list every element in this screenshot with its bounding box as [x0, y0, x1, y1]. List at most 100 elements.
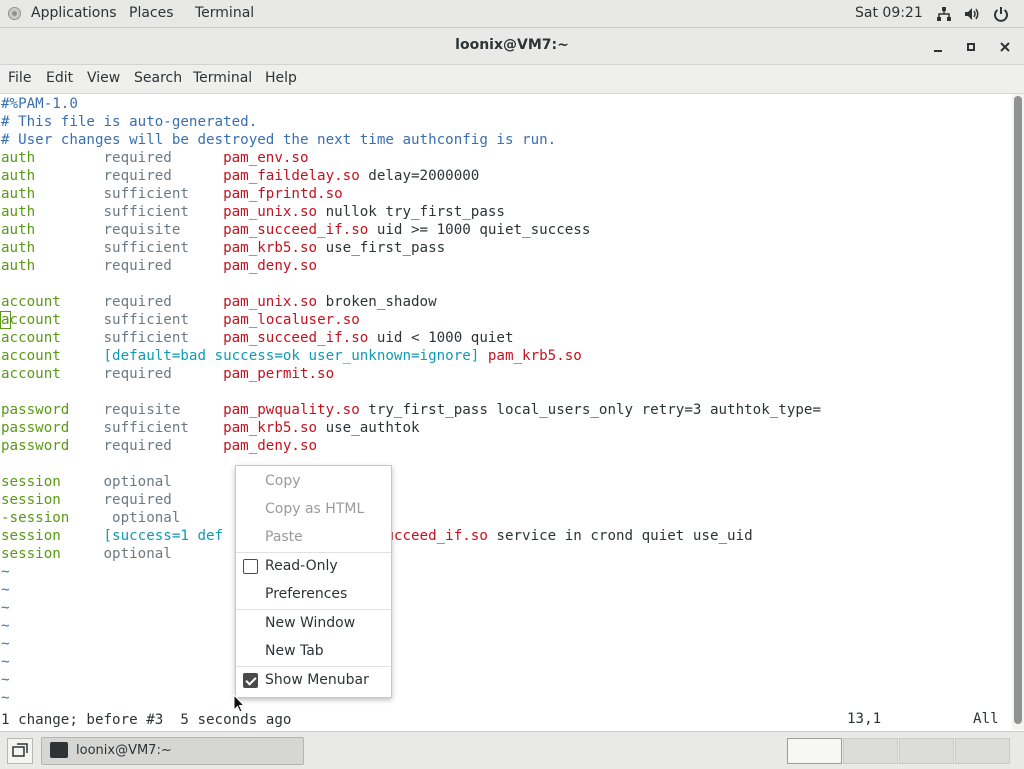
- workspace-3[interactable]: [899, 738, 954, 764]
- terminal-text: ~: [1, 654, 10, 670]
- terminal-text: required: [103, 168, 224, 184]
- terminal-line: password required pam_deny.so: [1, 437, 317, 455]
- terminal-text: service in crond quiet use_uid: [487, 528, 753, 544]
- terminal-line: auth required pam_deny.so: [1, 257, 317, 275]
- terminal-text: pam_unix.so: [223, 204, 318, 220]
- terminal-text: required: [103, 492, 172, 508]
- ctx-paste[interactable]: Paste: [236, 523, 391, 551]
- ctx-show-menubar-label: Show Menubar: [265, 672, 369, 688]
- terminal-cursor: a: [0, 311, 11, 329]
- terminal-text: sufficient: [103, 330, 224, 346]
- places-menu[interactable]: Places: [129, 5, 174, 21]
- terminal-app-menu[interactable]: Terminal: [195, 5, 254, 21]
- terminal-text: password: [1, 420, 104, 436]
- show-menubar-checkbox[interactable]: [243, 673, 258, 688]
- taskbar-window-button[interactable]: loonix@VM7:~: [41, 737, 304, 765]
- menu-edit[interactable]: Edit: [46, 70, 73, 86]
- terminal-text: [success=1 def: [103, 528, 224, 544]
- terminal-line: auth sufficient pam_unix.so nullok try_f…: [1, 203, 505, 221]
- terminal-text: uid < 1000 quiet: [368, 330, 514, 346]
- ctx-new-window[interactable]: New Window: [236, 609, 391, 637]
- menu-search[interactable]: Search: [134, 70, 182, 86]
- terminal-text: required: [103, 438, 224, 454]
- top-bar: Applications Places Terminal Sat 09:21: [0, 0, 1024, 28]
- terminal-text: requisite: [103, 402, 224, 418]
- terminal-line: account required pam_unix.so broken_shad…: [1, 293, 437, 311]
- scrollbar-thumb[interactable]: [1014, 96, 1022, 724]
- gnome-foot-icon[interactable]: [7, 6, 22, 21]
- workspace-1[interactable]: [787, 738, 842, 764]
- terminal-scrollbar[interactable]: [1012, 94, 1024, 730]
- ctx-copy-as-html[interactable]: Copy as HTML: [236, 495, 391, 523]
- ctx-show-menubar[interactable]: Show Menubar: [236, 666, 391, 694]
- ctx-preferences-label: Preferences: [265, 586, 348, 602]
- close-icon[interactable]: [996, 38, 1014, 56]
- terminal-line: ~: [1, 689, 10, 707]
- terminal-text: pam_unix.so: [223, 294, 318, 310]
- terminal-text: auth: [1, 258, 104, 274]
- power-icon[interactable]: [992, 5, 1010, 23]
- menu-terminal[interactable]: Terminal: [193, 70, 252, 86]
- terminal-text: sufficient: [103, 240, 224, 256]
- terminal-text: required: [103, 258, 224, 274]
- terminal-text: password: [1, 402, 104, 418]
- terminal-text: use_first_pass: [317, 240, 446, 256]
- terminal-text: session: [1, 546, 104, 562]
- terminal-text: ~: [1, 672, 10, 688]
- ctx-new-tab[interactable]: New Tab: [236, 637, 391, 665]
- terminal-line: account sufficient pam_succeed_if.so uid…: [1, 329, 514, 347]
- terminal-text: session: [1, 474, 104, 490]
- terminal-text: ccount: [9, 312, 104, 328]
- terminal-text: ~: [1, 582, 10, 598]
- terminal-text: ~: [1, 564, 10, 580]
- menubar: File Edit View Search Terminal Help: [0, 65, 1024, 94]
- terminal-text: delay=2000000: [359, 168, 480, 184]
- terminal-text: -session: [1, 510, 113, 526]
- context-menu: Copy Copy as HTML Paste Read-Only Prefer…: [235, 465, 392, 698]
- terminal-line: ~: [1, 635, 10, 653]
- terminal-view[interactable]: #%PAM-1.0 # This file is auto-generated. #…: [0, 94, 1012, 730]
- ctx-read-only[interactable]: Read-Only: [236, 552, 391, 580]
- window-title: loonix@VM7:~: [455, 37, 569, 53]
- maximize-icon[interactable]: [962, 38, 980, 56]
- terminal-line: # This file is auto-generated.: [1, 113, 257, 131]
- minimize-icon[interactable]: [929, 38, 947, 56]
- terminal-text: pam_krb5.so: [223, 240, 318, 256]
- terminal-text: pam_succeed_if.so: [223, 330, 369, 346]
- vim-scroll-indicator: All: [973, 711, 999, 727]
- mouse-pointer-icon: [233, 694, 245, 713]
- terminal-text: pam_fprintd.so: [223, 186, 343, 202]
- ctx-preferences[interactable]: Preferences: [236, 580, 391, 608]
- terminal-text: ~: [1, 618, 10, 634]
- terminal-line: password sufficient pam_krb5.so use_auth…: [1, 419, 420, 437]
- terminal-text: auth: [1, 240, 104, 256]
- terminal-text: pam_faildelay.so: [223, 168, 360, 184]
- menu-help[interactable]: Help: [265, 70, 297, 86]
- terminal-text: sufficient: [103, 204, 224, 220]
- terminal-text: pam_env.so: [223, 150, 309, 166]
- terminal-text: # This file is auto-generated.: [1, 114, 258, 130]
- terminal-text: auth: [1, 150, 104, 166]
- terminal-text: use_authtok: [317, 420, 420, 436]
- workspace-4[interactable]: [955, 738, 1010, 764]
- terminal-text: password: [1, 438, 104, 454]
- window-titlebar[interactable]: loonix@VM7:~: [0, 28, 1024, 65]
- terminal-text: pam_deny.so: [223, 258, 318, 274]
- terminal-line: ~: [1, 581, 10, 599]
- menu-view[interactable]: View: [87, 70, 120, 86]
- show-desktop-button[interactable]: [7, 738, 33, 764]
- volume-icon[interactable]: [963, 5, 981, 23]
- applications-menu[interactable]: Applications: [31, 5, 117, 21]
- clock[interactable]: Sat 09:21: [855, 5, 923, 21]
- terminal-text: required: [103, 366, 224, 382]
- vim-status-message: 1 change; before #3 5 seconds ago: [1, 712, 292, 728]
- terminal-text: auth: [1, 204, 104, 220]
- workspace-2[interactable]: [843, 738, 898, 764]
- read-only-checkbox[interactable]: [243, 559, 258, 574]
- network-icon[interactable]: [935, 5, 953, 23]
- ctx-copy[interactable]: Copy: [236, 467, 391, 495]
- ctx-read-only-label: Read-Only: [265, 558, 338, 574]
- terminal-text: required: [103, 294, 224, 310]
- menu-file[interactable]: File: [8, 70, 31, 86]
- terminal-text: session: [1, 528, 104, 544]
